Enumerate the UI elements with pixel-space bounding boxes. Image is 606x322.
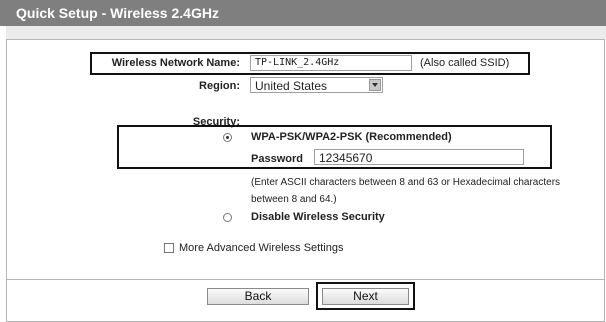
ssid-note: (Also called SSID) xyxy=(420,57,510,69)
advanced-settings-checkbox[interactable] xyxy=(164,243,174,253)
wpa-radio[interactable] xyxy=(223,133,232,142)
ssid-label: Wireless Network Name: xyxy=(111,57,240,69)
chevron-down-icon[interactable] xyxy=(369,79,381,91)
disable-security-radio[interactable] xyxy=(223,213,232,222)
password-input[interactable]: 12345670 xyxy=(314,149,524,165)
password-label: Password xyxy=(251,153,303,165)
ssid-input[interactable]: TP-LINK_2.4GHz xyxy=(250,55,412,71)
region-selected-value: United States xyxy=(255,79,328,93)
page-title: Quick Setup - Wireless 2.4GHz xyxy=(0,0,606,26)
region-label: Region: xyxy=(199,80,240,92)
password-hint-line2: between 8 and 64.) xyxy=(251,194,337,205)
disable-security-label: Disable Wireless Security xyxy=(251,211,385,223)
wpa-option-label: WPA-PSK/WPA2-PSK (Recommended) xyxy=(251,131,452,143)
advanced-settings-label: More Advanced Wireless Settings xyxy=(179,242,344,254)
password-hint-line1: (Enter ASCII characters between 8 and 63… xyxy=(251,177,561,188)
next-button[interactable]: Next xyxy=(322,288,409,305)
back-button[interactable]: Back xyxy=(207,288,309,305)
header-divider-bar xyxy=(6,26,606,39)
region-select[interactable]: United States xyxy=(250,77,383,93)
